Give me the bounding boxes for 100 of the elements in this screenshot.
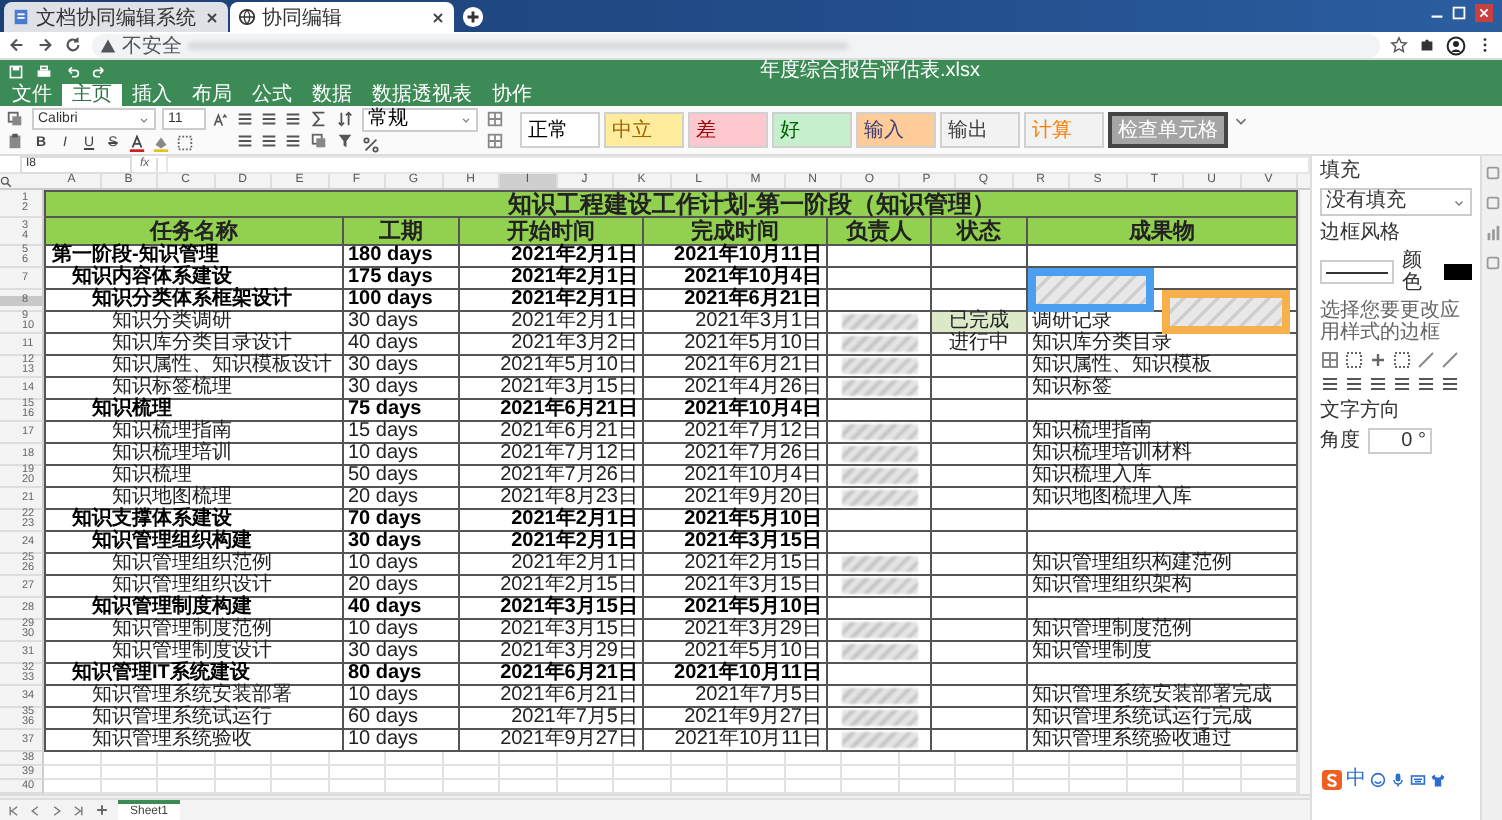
shirt-icon[interactable] bbox=[1430, 771, 1446, 787]
align-icon[interactable] bbox=[284, 132, 302, 150]
end-date-cell: 2021年3月29日 bbox=[644, 620, 828, 642]
start-date-cell: 2021年3月15日 bbox=[460, 378, 644, 400]
border-option-icon[interactable] bbox=[1440, 374, 1460, 394]
border-option-icon[interactable] bbox=[1320, 350, 1340, 370]
ribbon-tab[interactable]: 数据透视表 bbox=[362, 84, 482, 106]
angle-label: 角度 bbox=[1320, 430, 1360, 452]
add-sheet-icon[interactable] bbox=[94, 802, 110, 818]
duration-cell: 10 days bbox=[344, 730, 460, 752]
cell-style-button[interactable]: 输入 bbox=[856, 112, 936, 148]
close-icon[interactable] bbox=[430, 9, 446, 25]
task-name-cell: 知识分类体系框架设计 bbox=[44, 290, 344, 312]
font-color-icon[interactable] bbox=[128, 134, 146, 152]
border-option-icon[interactable] bbox=[1344, 350, 1364, 370]
border-option-icon[interactable] bbox=[1344, 374, 1364, 394]
duration-cell: 15 days bbox=[344, 422, 460, 444]
last-sheet-icon[interactable] bbox=[72, 803, 86, 817]
close-icon[interactable] bbox=[204, 9, 220, 25]
align-icon[interactable] bbox=[260, 132, 278, 150]
cell-style-button[interactable]: 中立 bbox=[604, 112, 684, 148]
browser-tab[interactable]: 文档协同编辑系统 bbox=[4, 2, 228, 32]
ribbon-tab[interactable]: 协作 bbox=[482, 84, 542, 106]
microphone-icon[interactable] bbox=[1390, 771, 1406, 787]
table-icon[interactable] bbox=[486, 132, 504, 150]
duration-cell: 40 days bbox=[344, 334, 460, 356]
bookmark-star-icon[interactable] bbox=[1390, 36, 1408, 54]
grow-font-icon[interactable] bbox=[212, 111, 228, 127]
globe-icon bbox=[238, 8, 256, 26]
align-icon[interactable] bbox=[260, 110, 278, 128]
end-date-cell: 2021年4月26日 bbox=[644, 378, 828, 400]
paste-icon[interactable] bbox=[6, 132, 24, 150]
end-date-cell: 2021年6月21日 bbox=[644, 356, 828, 378]
vertical-scrollbar[interactable] bbox=[1298, 190, 1310, 794]
task-name-cell: 知识管理组织范例 bbox=[44, 554, 344, 576]
align-icon[interactable] bbox=[284, 110, 302, 128]
save-icon[interactable] bbox=[8, 63, 24, 79]
start-date-cell: 2021年3月29日 bbox=[460, 642, 644, 664]
ribbon-tab[interactable]: 数据 bbox=[302, 84, 362, 106]
line-style-select[interactable] bbox=[1320, 260, 1394, 284]
copy-icon[interactable] bbox=[310, 132, 328, 150]
table-icon[interactable] bbox=[486, 110, 504, 128]
browser-tab[interactable]: 协同编辑 bbox=[230, 2, 454, 32]
address-bar[interactable]: 不安全 bbox=[92, 33, 1380, 57]
column-heading: 负责人 bbox=[828, 218, 932, 246]
start-date-cell: 2021年2月1日 bbox=[460, 290, 644, 312]
ribbon-tab[interactable]: 布局 bbox=[182, 84, 242, 106]
search-icon[interactable] bbox=[0, 175, 12, 187]
new-tab-icon[interactable] bbox=[462, 5, 484, 27]
redo-icon[interactable] bbox=[92, 63, 108, 79]
emoji-icon[interactable] bbox=[1370, 771, 1386, 787]
cell-style-button[interactable]: 差 bbox=[688, 112, 768, 148]
print-icon[interactable] bbox=[36, 63, 52, 79]
input-mode-label[interactable]: 中 bbox=[1346, 768, 1366, 790]
align-icon[interactable] bbox=[236, 110, 254, 128]
cell-style-button[interactable]: 正常 bbox=[520, 112, 600, 148]
border-icon[interactable] bbox=[176, 134, 194, 152]
keyboard-icon[interactable] bbox=[1410, 771, 1426, 787]
forward-icon[interactable] bbox=[36, 36, 54, 54]
undo-icon[interactable] bbox=[64, 63, 80, 79]
copy-icon[interactable] bbox=[6, 110, 24, 128]
fill-select[interactable]: 没有填充 bbox=[1320, 188, 1472, 216]
duration-cell: 175 days bbox=[344, 268, 460, 290]
ribbon-tab[interactable]: 主页 bbox=[62, 84, 122, 106]
ribbon-tab[interactable]: 插入 bbox=[122, 84, 182, 106]
percent-icon[interactable] bbox=[362, 135, 380, 153]
end-date-cell: 2021年2月15日 bbox=[644, 554, 828, 576]
angle-field[interactable]: 0 ° bbox=[1368, 428, 1432, 454]
border-option-icon[interactable] bbox=[1368, 350, 1388, 370]
border-option-icon[interactable] bbox=[1320, 374, 1340, 394]
task-name-cell: 知识属性、知识模板设计 bbox=[44, 356, 344, 378]
border-color-swatch[interactable] bbox=[1444, 264, 1472, 280]
owner-cell bbox=[828, 246, 932, 268]
end-date-cell: 2021年7月26日 bbox=[644, 444, 828, 466]
number-format-select[interactable]: 常规 bbox=[362, 107, 478, 131]
ribbon-tab[interactable]: 文件 bbox=[2, 84, 62, 106]
previous-sheet-icon[interactable] bbox=[28, 803, 42, 817]
profile-icon[interactable] bbox=[1446, 35, 1466, 55]
cell-style-button[interactable]: 好 bbox=[772, 112, 852, 148]
close-icon[interactable] bbox=[1472, 4, 1496, 22]
cell-style-button[interactable]: 输出 bbox=[940, 112, 1020, 148]
sogou-icon[interactable] bbox=[1322, 769, 1342, 789]
ribbon-tab[interactable]: 公式 bbox=[242, 84, 302, 106]
border-option-icon[interactable] bbox=[1392, 374, 1412, 394]
back-icon[interactable] bbox=[8, 36, 26, 54]
next-sheet-icon[interactable] bbox=[50, 803, 64, 817]
maximize-icon[interactable] bbox=[1450, 4, 1468, 22]
deliverable-cell: 知识管理系统验收通过 bbox=[1028, 730, 1298, 752]
sum-icon[interactable] bbox=[310, 110, 328, 128]
border-option-icon[interactable] bbox=[1368, 374, 1388, 394]
reload-icon[interactable] bbox=[64, 36, 82, 54]
duration-cell: 30 days bbox=[344, 378, 460, 400]
end-date-cell: 2021年3月15日 bbox=[644, 532, 828, 554]
first-sheet-icon[interactable] bbox=[6, 803, 20, 817]
sort-icon[interactable] bbox=[336, 110, 354, 128]
border-option-icon[interactable] bbox=[1416, 374, 1436, 394]
filter-icon[interactable] bbox=[336, 132, 354, 150]
task-name-cell: 知识地图梳理 bbox=[44, 488, 344, 510]
fill-color-icon[interactable] bbox=[152, 134, 170, 152]
align-icon[interactable] bbox=[236, 132, 254, 150]
